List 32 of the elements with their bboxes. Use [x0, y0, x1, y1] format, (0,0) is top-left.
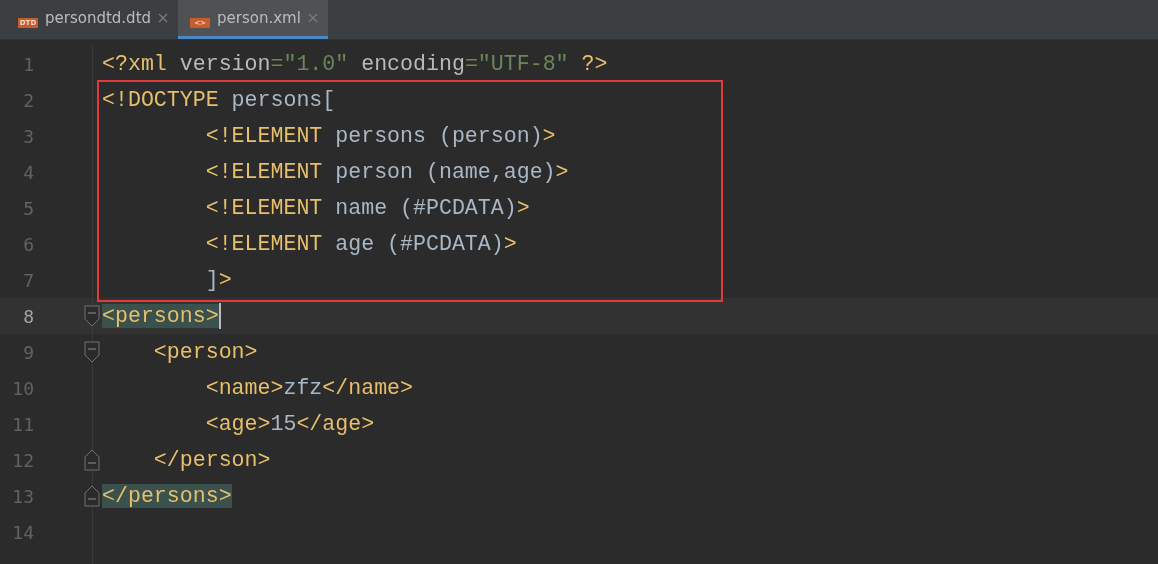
- line-number: 9: [22, 341, 34, 363]
- code-line: </person>: [152, 447, 271, 474]
- line-number: 11: [11, 413, 34, 435]
- fold-icon[interactable]: [84, 449, 100, 471]
- line-number: 12: [11, 449, 34, 471]
- fold-icon[interactable]: [84, 485, 100, 507]
- line-number: 10: [11, 377, 34, 399]
- line-number: 1: [22, 53, 34, 75]
- code-line: <name>zfz</name>: [204, 375, 414, 402]
- code-line: <!ELEMENT age (#PCDATA)>: [204, 231, 517, 258]
- code-line: <!DOCTYPE persons[: [102, 87, 336, 114]
- line-number: 8: [22, 305, 34, 327]
- code-line: <age>15</age>: [204, 411, 375, 438]
- line-number: 4: [22, 161, 34, 183]
- code-line: <!ELEMENT persons (person)>: [204, 123, 556, 150]
- line-number: 13: [11, 485, 34, 507]
- line-number: 14: [11, 521, 34, 543]
- line-number: 6: [22, 233, 34, 255]
- code-line: <!ELEMENT person (name,age)>: [204, 159, 569, 186]
- code-line: ]>: [204, 267, 232, 294]
- text-cursor: [218, 303, 221, 329]
- fold-icon[interactable]: [84, 305, 100, 327]
- close-icon[interactable]: [158, 13, 169, 23]
- code-line: <?xml version="1.0" encoding="UTF-8" ?>: [102, 51, 608, 78]
- line-number: 2: [22, 89, 34, 111]
- fold-icon[interactable]: [84, 341, 100, 363]
- line-number: 7: [22, 269, 34, 291]
- code-line: <person>: [152, 339, 258, 366]
- line-number: 5: [22, 197, 34, 219]
- line-number: 3: [22, 125, 34, 147]
- close-icon[interactable]: [307, 13, 318, 23]
- code-line: <!ELEMENT name (#PCDATA)>: [204, 195, 530, 222]
